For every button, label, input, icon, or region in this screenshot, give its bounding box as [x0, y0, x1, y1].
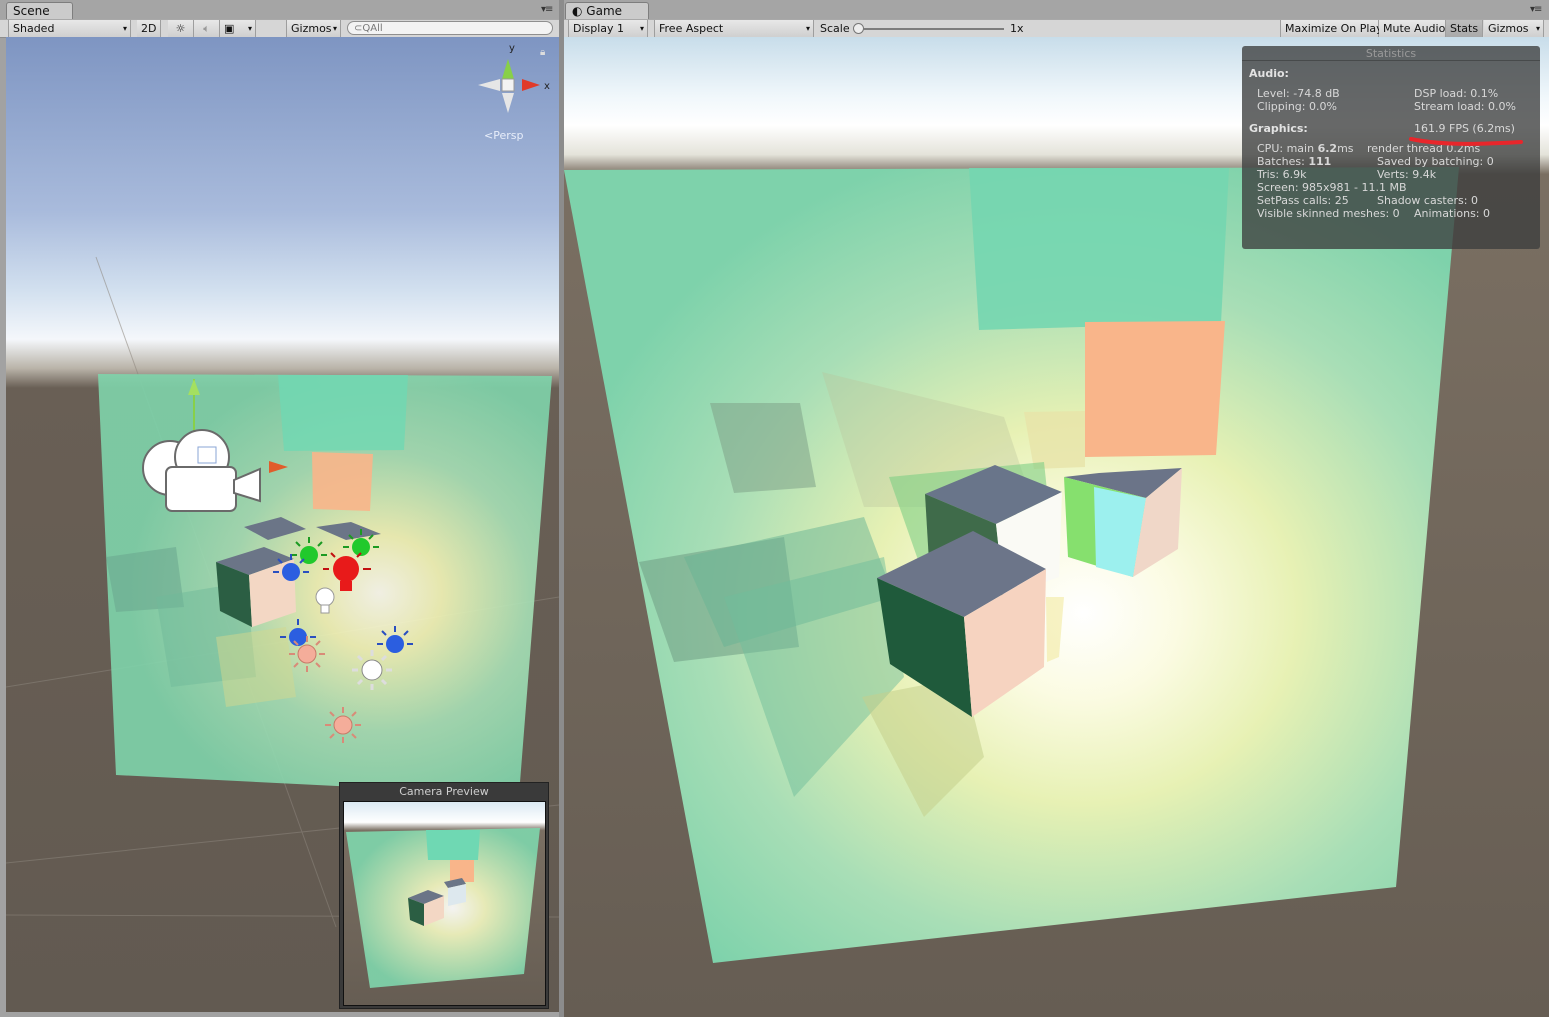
- audio-level: Level: -74.8 dB: [1257, 87, 1340, 100]
- camera-preview: Camera Preview: [339, 782, 549, 1009]
- search-icon: ⊂Q: [354, 23, 371, 34]
- search-placeholder: All: [370, 23, 383, 34]
- mute-audio-button[interactable]: Mute Audio: [1379, 20, 1446, 37]
- cpu-main-label: CPU: main: [1257, 142, 1318, 155]
- game-tabstrip: ◐ Game ▾≡: [564, 0, 1549, 20]
- statistics-title: Statistics: [1242, 47, 1540, 61]
- camera-preview-image: [343, 801, 546, 1006]
- peach-light-icon-2: [325, 707, 361, 743]
- game-toolbar: Display 1 ▾ Free Aspect ▾ Scale 1x Maximiz…: [564, 19, 1549, 38]
- blue-light-icon-3: [377, 626, 413, 653]
- green-light-icon: [291, 537, 327, 564]
- peach-light-icon: [289, 636, 325, 672]
- saved-by-batching: Saved by batching: 0: [1377, 155, 1494, 168]
- audio-heading: Audio:: [1249, 67, 1289, 80]
- batches-value: 111: [1308, 155, 1332, 168]
- scene-gizmos-label: Gizmos: [291, 22, 332, 35]
- game-controller-icon: ◐: [572, 4, 587, 18]
- graphics-heading: Graphics:: [1249, 122, 1308, 135]
- display-dropdown[interactable]: Display 1 ▾: [568, 20, 648, 37]
- visible-skinned-meshes: Visible skinned meshes: 0: [1257, 207, 1400, 220]
- scene-lighting-button[interactable]: ☼: [168, 20, 194, 37]
- blue-light-icon-2: [280, 619, 316, 646]
- scene-gizmos-dropdown[interactable]: Gizmos ▾: [286, 20, 341, 37]
- axis-y-label: y: [509, 43, 515, 54]
- draw-mode-label: Shaded: [13, 22, 55, 35]
- batches: Batches: 111: [1257, 155, 1331, 168]
- scale-slider-handle[interactable]: [853, 23, 864, 34]
- tab-game-label: Game: [586, 4, 623, 18]
- white-light-icon: [352, 650, 392, 690]
- scene-search-input[interactable]: ⊂QAll: [347, 21, 553, 35]
- scene-toolbar: Shaded ▾ 2D ☼ 🔈︎ ▣ ▾ Gizmos ▾ ⊂QAll: [0, 19, 559, 38]
- dsp-load: DSP load: 0.1%: [1414, 87, 1499, 100]
- draw-mode-dropdown[interactable]: Shaded ▾: [8, 20, 131, 37]
- scene-audio-button[interactable]: 🔈︎: [194, 20, 220, 37]
- aspect-label: Free Aspect: [659, 22, 724, 35]
- game-gizmos-label: Gizmos: [1488, 22, 1529, 35]
- screen-info: Screen: 985x981 - 11.1 MB: [1257, 181, 1407, 194]
- stream-load: Stream load: 0.0%: [1414, 100, 1516, 113]
- red-light-icon: [323, 552, 371, 591]
- light-gizmos: [273, 529, 413, 743]
- scene-tabstrip: Scene ▾≡: [0, 0, 559, 20]
- back-arrow-icon: <: [484, 129, 494, 142]
- axis-x-label: x: [544, 81, 550, 92]
- projection-label: Persp: [493, 129, 524, 142]
- stats-button[interactable]: Stats: [1446, 20, 1483, 37]
- cpu-main-unit: ms: [1337, 142, 1354, 155]
- batches-label: Batches:: [1257, 155, 1309, 168]
- camera-preview-title: Camera Preview: [399, 785, 489, 798]
- tab-game[interactable]: ◐ Game: [565, 2, 649, 20]
- aspect-dropdown[interactable]: Free Aspect ▾: [654, 20, 814, 37]
- animations-count: Animations: 0: [1414, 207, 1491, 220]
- tab-scene[interactable]: Scene: [6, 2, 73, 20]
- audio-clipping: Clipping: 0.0%: [1257, 100, 1337, 113]
- camera-gizmo-icon[interactable]: [136, 425, 262, 515]
- cpu-main: CPU: main 6.2ms: [1257, 142, 1354, 155]
- red-underline-annotation: [1409, 137, 1523, 146]
- game-tab-menu-icon[interactable]: ▾≡: [1530, 4, 1542, 15]
- scale-slider-track[interactable]: [856, 28, 1004, 30]
- green-light-icon-2: [343, 529, 379, 556]
- shadow-casters: Shadow casters: 0: [1377, 194, 1478, 207]
- lock-icon[interactable]: 🔒︎: [540, 47, 545, 58]
- white-light-bulb-icon: [315, 587, 335, 614]
- cpu-main-value: 6.2: [1317, 142, 1338, 155]
- sun-icon: ☼: [175, 22, 186, 35]
- scene-tab-menu-icon[interactable]: ▾≡: [541, 4, 553, 15]
- image-icon: ▣: [224, 22, 235, 35]
- maximize-on-play-button[interactable]: Maximize On Play: [1280, 20, 1383, 37]
- tris-count: Tris: 6.9k: [1257, 168, 1307, 181]
- game-gizmos-dropdown[interactable]: Gizmos ▾: [1484, 20, 1544, 37]
- scene-effects-dropdown[interactable]: ▣ ▾: [220, 20, 256, 37]
- scene-viewport[interactable]: y x 🔒︎ <Persp Camera Preview: [6, 37, 559, 1012]
- projection-toggle[interactable]: <Persp: [484, 129, 523, 142]
- scale-value: 1x: [1010, 22, 1024, 35]
- display-label: Display 1: [573, 22, 625, 35]
- speaker-icon: 🔈︎: [203, 22, 210, 35]
- verts-count: Verts: 9.4k: [1377, 168, 1437, 181]
- setpass-calls: SetPass calls: 25: [1257, 194, 1349, 207]
- 2d-toggle-button[interactable]: 2D: [137, 20, 161, 37]
- scale-label: Scale: [820, 22, 850, 35]
